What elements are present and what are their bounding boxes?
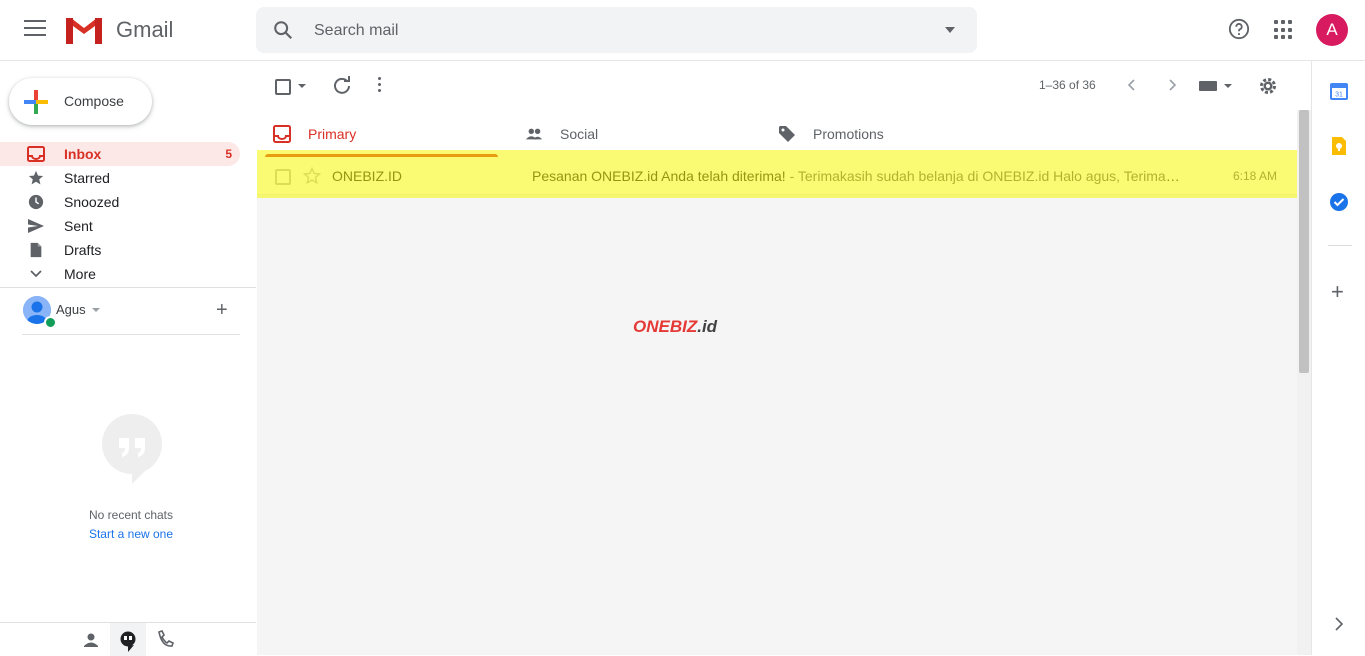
sidebar-item-more[interactable]: More (0, 262, 240, 286)
svg-text:31: 31 (1335, 92, 1343, 99)
top-bar: Gmail A (0, 0, 1365, 61)
no-recent-chats-text: No recent chats (88, 508, 174, 522)
compose-label: Compose (64, 93, 124, 109)
main-scrollbar[interactable] (1297, 110, 1311, 655)
inbox-icon (27, 146, 45, 162)
email-row-checkbox[interactable] (275, 169, 291, 185)
mail-toolbar: 1–36 of 36 (257, 61, 1297, 109)
tab-label: Promotions (813, 126, 884, 142)
tag-icon (779, 126, 795, 142)
watermark-brand: ONEBIZ (633, 317, 698, 336)
hangouts-user-name[interactable]: Agus (56, 302, 86, 317)
search-bar[interactable] (256, 7, 977, 55)
get-addons-plus-icon[interactable]: + (1331, 279, 1344, 305)
user-status-caret-icon[interactable] (92, 308, 100, 312)
sidebar-item-starred[interactable]: Starred (0, 166, 240, 190)
older-chevron-right-icon[interactable] (1167, 79, 1177, 91)
account-avatar[interactable]: A (1316, 14, 1348, 46)
sidebar-item-label: More (64, 266, 96, 282)
sidebar-item-sent[interactable]: Sent (0, 214, 240, 238)
more-options-icon[interactable] (378, 77, 382, 93)
clock-icon (28, 194, 44, 210)
settings-gear-icon[interactable] (1258, 76, 1278, 96)
hangouts-quote-icon (102, 414, 162, 484)
category-tabs: Primary Social Promotions (257, 109, 1297, 157)
hangouts-tabs (0, 622, 256, 656)
scrollbar-thumb[interactable] (1299, 110, 1309, 373)
pagination-range: 1–36 of 36 (1039, 78, 1096, 92)
new-conversation-plus-icon[interactable]: + (216, 299, 228, 322)
sidebar-divider (0, 287, 256, 288)
mail-main-area: 1–36 of 36 Primary Social Promotions ONE… (257, 61, 1297, 655)
tab-primary[interactable]: Primary (257, 109, 507, 157)
main-menu-icon[interactable] (24, 20, 46, 38)
tab-label: Primary (308, 126, 357, 142)
help-icon[interactable] (1228, 18, 1250, 40)
watermark-suffix: .id (697, 317, 718, 336)
compose-plus-icon (24, 90, 48, 114)
sidebar-item-inbox[interactable]: Inbox 5 (0, 142, 240, 166)
search-input[interactable] (312, 7, 916, 55)
sidebar-item-label: Drafts (64, 242, 102, 258)
send-icon (28, 219, 44, 233)
input-tools-keyboard-icon[interactable] (1199, 81, 1217, 91)
tab-promotions[interactable]: Promotions (762, 109, 1012, 157)
email-row[interactable]: ONEBIZ.ID Pesanan ONEBIZ.id Anda telah d… (257, 157, 1297, 195)
tab-social[interactable]: Social (509, 109, 759, 157)
apps-grid-icon[interactable] (1274, 20, 1294, 40)
tasks-icon[interactable] (1329, 192, 1349, 212)
sidebar-item-snoozed[interactable]: Snoozed (0, 190, 240, 214)
email-sender: ONEBIZ.ID (332, 168, 403, 184)
people-icon (525, 128, 543, 140)
select-options-caret-icon[interactable] (298, 84, 306, 88)
sidebar-item-label: Starred (64, 170, 110, 186)
side-panel: 31 + (1311, 61, 1365, 655)
email-subject-line: Pesanan ONEBIZ.id Anda telah diterima! -… (532, 168, 1182, 184)
refresh-icon[interactable] (332, 76, 352, 96)
star-icon (28, 170, 44, 185)
hangouts-user[interactable]: Agus + (23, 296, 243, 329)
input-tools-caret-icon[interactable] (1224, 84, 1232, 88)
onebiz-watermark-logo: ONEBIZ.id (633, 317, 717, 337)
sidebar-item-label: Sent (64, 218, 93, 234)
search-options-caret-icon[interactable] (945, 27, 955, 33)
newer-chevron-left-icon[interactable] (1127, 79, 1137, 91)
select-all-checkbox[interactable] (275, 79, 291, 95)
email-time: 6:18 AM (1232, 169, 1277, 183)
unread-count-badge: 5 (225, 147, 232, 161)
draft-icon (30, 242, 42, 258)
gmail-brand-text[interactable]: Gmail (116, 17, 173, 43)
sidebar-item-label: Snoozed (64, 194, 120, 210)
tab-label: Social (560, 126, 599, 142)
email-subject: Pesanan ONEBIZ.id Anda telah diterima! (532, 168, 786, 184)
chevron-down-icon (30, 270, 42, 278)
side-panel-divider (1328, 245, 1352, 246)
show-side-panel-chevron-icon[interactable] (1334, 617, 1344, 631)
compose-button[interactable]: Compose (9, 78, 152, 125)
hangouts-chat-icon[interactable] (110, 623, 146, 656)
email-snippet: - Terimakasih sudah belanja di ONEBIZ.id… (789, 168, 1182, 184)
star-outline-icon[interactable] (303, 167, 321, 185)
contacts-person-icon[interactable] (73, 623, 109, 656)
online-status-dot (44, 316, 57, 329)
sidebar-item-label: Inbox (64, 146, 102, 162)
sidebar-nav: Inbox 5 Starred Snoozed Sent Drafts More (0, 142, 256, 286)
start-new-chat-link[interactable]: Start a new one (0, 527, 262, 541)
inbox-icon (273, 125, 291, 143)
hangouts-divider (22, 334, 240, 335)
calendar-icon[interactable]: 31 (1329, 81, 1349, 101)
phone-call-icon[interactable] (147, 623, 183, 656)
keep-notes-icon[interactable] (1329, 136, 1349, 156)
search-icon[interactable] (272, 19, 294, 41)
gmail-logo-icon[interactable] (64, 14, 104, 46)
sidebar-item-drafts[interactable]: Drafts (0, 238, 240, 262)
